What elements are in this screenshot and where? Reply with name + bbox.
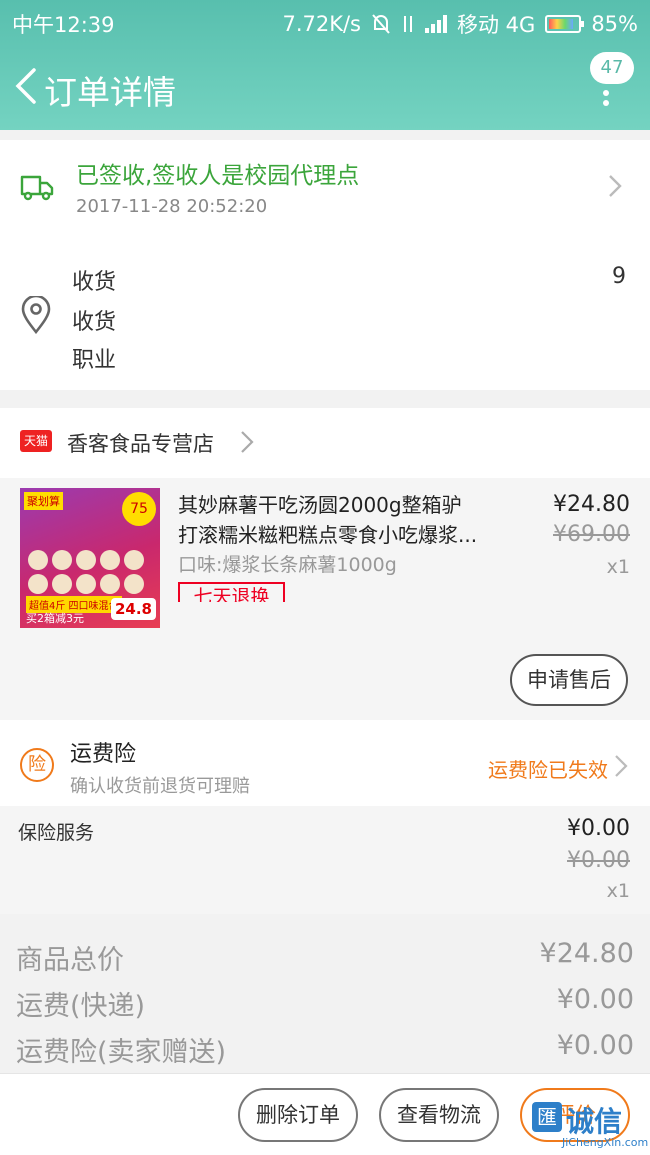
item-price: ¥24.80	[553, 492, 630, 517]
watermark-logo: 匯	[532, 1102, 562, 1132]
chevron-right-icon	[609, 175, 622, 197]
data-arrows-icon	[404, 16, 412, 32]
summary-row: 运费(快递) ¥0.00	[16, 984, 634, 1030]
service-quantity: x1	[606, 880, 630, 902]
delivery-time: 2017-11-28 20:52:20	[76, 196, 268, 217]
price-summary: 商品总价 ¥24.80 运费(快递) ¥0.00 运费险(卖家赠送) ¥0.00	[0, 930, 650, 1070]
address-line-2: 职业	[72, 348, 117, 373]
summary-value: ¥0.00	[556, 984, 634, 1015]
truck-icon	[20, 175, 54, 201]
logistics-card[interactable]: 已签收,签收人是校园代理点 2017-11-28 20:52:20 收货 9 收…	[0, 140, 650, 390]
bell-muted-icon	[372, 14, 390, 34]
insurance-icon: 险	[20, 748, 54, 782]
battery-icon	[545, 15, 585, 33]
page-title: 订单详情	[44, 73, 176, 112]
nav-bar: 订单详情 47	[0, 44, 650, 130]
carrier: 移动 4G	[457, 13, 536, 37]
summary-label: 运费(快递)	[16, 991, 146, 1022]
insurance-subtitle: 确认收货前退货可理赔	[70, 776, 250, 797]
delivery-status: 已签收,签收人是校园代理点	[76, 163, 360, 189]
location-pin-icon	[21, 296, 51, 334]
net-speed: 7.72K/s	[282, 12, 361, 36]
product-title[interactable]: 其妙麻薯干吃汤圆2000g整箱驴 打滚糯米糍粑糕点零食小吃爆浆...	[178, 490, 508, 550]
message-count-badge[interactable]: 47	[590, 52, 634, 84]
clock: 中午12:39	[12, 13, 115, 37]
discount-label: 75	[122, 492, 156, 526]
service-price: ¥0.00	[567, 816, 630, 841]
address-line: 收货	[72, 310, 117, 335]
service-name: 保险服务	[18, 822, 95, 844]
insurance-title: 运费险	[70, 742, 137, 767]
image-label: 买2箱减3元	[26, 612, 84, 625]
after-sale-button[interactable]: 申请售后	[510, 654, 628, 706]
shop-name[interactable]: 香客食品专营店	[67, 428, 214, 458]
summary-label: 商品总价	[16, 945, 124, 976]
product-title-line: 打滚糯米糍粑糕点零食小吃爆浆...	[178, 523, 478, 547]
more-options-icon[interactable]	[602, 90, 610, 110]
status-bar: 中午12:39 7.72K/s 移动 4G 85%	[0, 0, 650, 44]
recipient-line: 收货	[72, 270, 117, 295]
back-icon[interactable]	[10, 66, 44, 106]
image-price-tag: 24.8	[110, 598, 156, 620]
status-indicators: 7.72K/s 移动 4G 85%	[282, 9, 638, 39]
chevron-right-icon	[615, 755, 628, 777]
summary-value: ¥0.00	[556, 1030, 634, 1061]
watermark-text: 诚信	[566, 1105, 623, 1138]
product-photo	[28, 550, 152, 594]
chevron-right-icon	[241, 431, 254, 453]
service-original-price: ¥0.00	[567, 848, 630, 873]
app-header: 中午12:39 7.72K/s 移动 4G 85% 订单详情 47	[0, 0, 650, 130]
summary-value: ¥24.80	[539, 938, 634, 969]
shipping-insurance-row[interactable]: 险 运费险 确认收货前退货可理赔 运费险已失效	[0, 720, 650, 806]
product-image[interactable]: 聚划算 75 超值4斤 四口味混合 买2箱减3元 24.8	[20, 488, 160, 628]
watermark-url: JiChengXin.com	[562, 1136, 649, 1149]
signal-icon	[425, 15, 447, 33]
redaction-mask	[122, 260, 608, 372]
product-title-line: 其妙麻薯干吃汤圆2000g整箱驴	[178, 493, 462, 517]
item-original-price: ¥69.00	[553, 522, 630, 547]
battery-level: 85%	[591, 12, 638, 36]
insurance-status: 运费险已失效	[488, 758, 608, 782]
recipient-phone-tail: 9	[612, 264, 626, 289]
delete-order-button[interactable]: 删除订单	[238, 1088, 358, 1142]
return-policy-tag: 七天退换	[178, 582, 285, 602]
summary-row: 运费险(卖家赠送) ¥0.00	[16, 1030, 634, 1076]
tmall-logo: 天猫	[20, 430, 52, 452]
view-logistics-button[interactable]: 查看物流	[379, 1088, 499, 1142]
order-item-card: 天猫 香客食品专营店 聚划算 75 超值4斤 四口味混合 买2箱减3元 24.8…	[0, 408, 650, 720]
promo-label: 聚划算	[24, 492, 63, 510]
item-quantity: x1	[606, 556, 630, 578]
summary-row: 商品总价 ¥24.80	[16, 938, 634, 984]
product-spec: 口味:爆浆长条麻薯1000g	[178, 554, 397, 576]
watermark: 匯 诚信 JiChengXin.com	[532, 1100, 650, 1155]
summary-label: 运费险(卖家赠送)	[16, 1037, 227, 1068]
insurance-service-row: 保险服务 ¥0.00 ¥0.00 x1	[0, 806, 650, 914]
